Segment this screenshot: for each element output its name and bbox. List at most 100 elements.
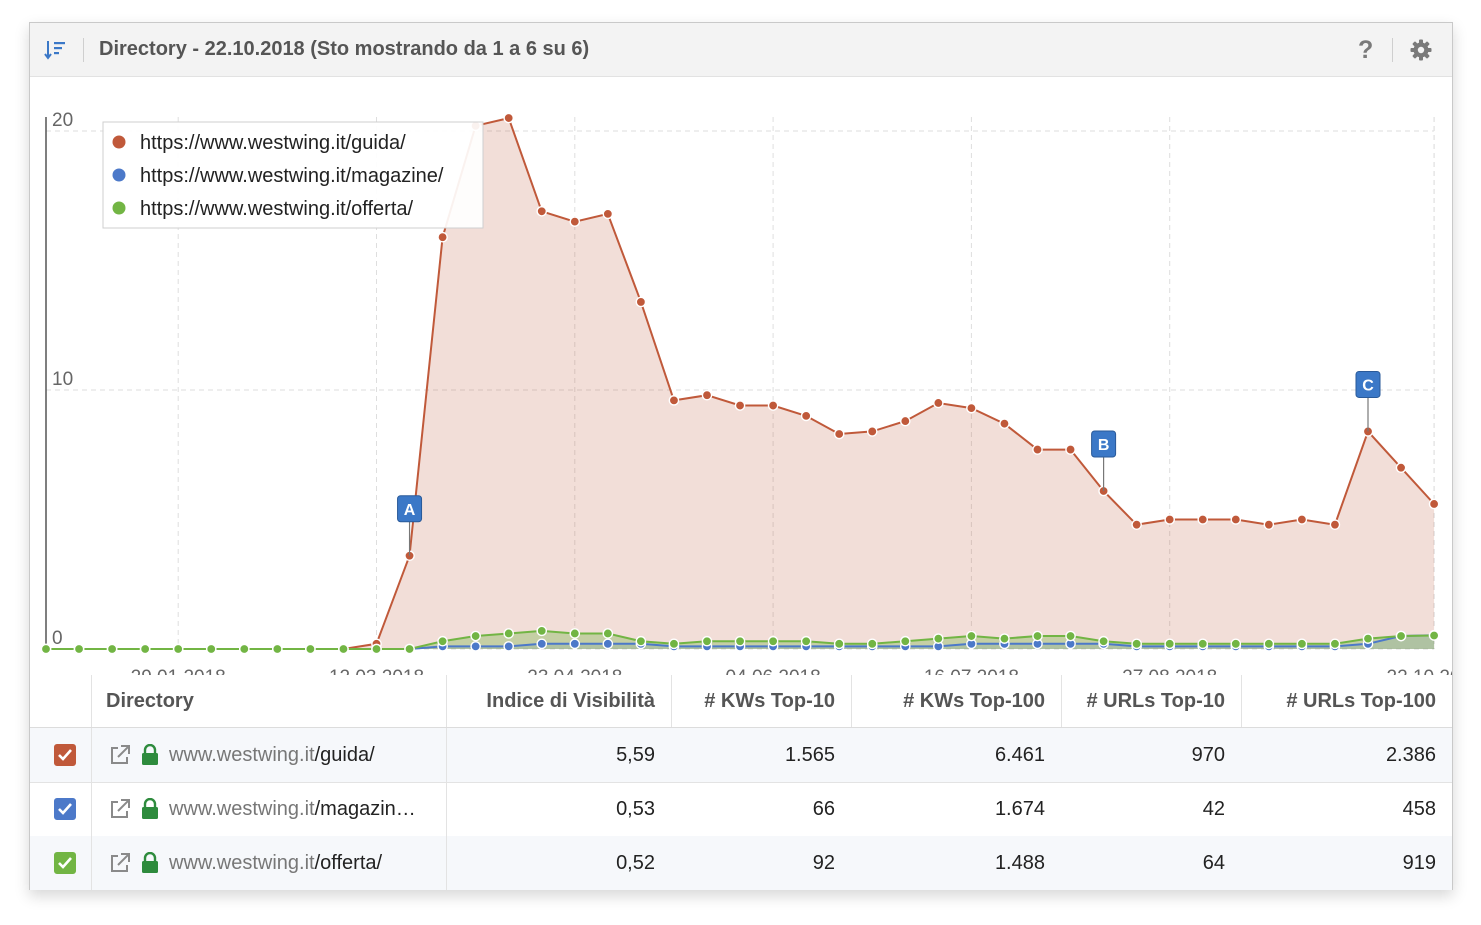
legend-label: https://www.westwing.it/magazine/ — [140, 165, 444, 187]
help-icon[interactable]: ? — [1358, 36, 1373, 64]
visibility-cell: 0,52 — [616, 851, 655, 874]
external-link-icon[interactable] — [109, 852, 131, 874]
data-point — [1131, 519, 1142, 530]
data-point — [40, 643, 52, 655]
data-point — [1329, 638, 1341, 650]
data-point — [635, 296, 647, 308]
checkbox-checked-icon[interactable] — [54, 744, 76, 766]
kws-top10-cell: 92 — [812, 851, 835, 874]
page-title: Directory - 22.10.2018 (Sto mostrando da… — [99, 38, 590, 60]
kws-top10-cell: 1.565 — [784, 743, 835, 766]
data-point — [238, 643, 250, 655]
data-point — [701, 389, 713, 401]
data-point — [1065, 630, 1076, 642]
data-point — [602, 638, 614, 650]
data-point — [205, 643, 217, 655]
urls-top10-cell: 42 — [1202, 797, 1225, 820]
visibility-cell: 5,59 — [616, 743, 655, 766]
x-tick-label: 27.08.2018 — [1122, 667, 1217, 675]
data-point — [1032, 444, 1043, 455]
column-header-kws-top100[interactable]: # KWs Top-100 — [851, 675, 1061, 727]
data-point — [1395, 462, 1407, 474]
column-header-kws-top10[interactable]: # KWs Top-10 — [671, 675, 851, 727]
column-header-visibility[interactable]: Indice di Visibilità — [446, 675, 671, 727]
data-point — [734, 635, 746, 647]
directory-domain[interactable]: www.westwing.it — [169, 852, 315, 875]
external-link-icon[interactable] — [109, 744, 131, 766]
data-point — [1362, 633, 1374, 644]
data-point — [999, 633, 1010, 644]
legend-marker — [112, 201, 126, 215]
column-header-urls-top100[interactable]: # URLs Top-100 — [1241, 675, 1452, 727]
data-point — [1263, 638, 1275, 650]
data-point — [866, 426, 878, 437]
data-point — [833, 428, 845, 440]
gear-icon[interactable] — [1409, 38, 1433, 62]
x-tick-label: 16.07.2018 — [924, 667, 1019, 675]
sort-icon[interactable] — [44, 39, 66, 61]
visibility-chart: 29.01.2018 12.03.2018 23.04.2018 04.06.2018… — [40, 110, 1452, 675]
directory-cell: www.westwing.it/guida/ — [91, 728, 446, 782]
data-point — [172, 643, 184, 655]
table-row: www.westwing.it/guida/ 5,59 1.565 6.461 … — [30, 728, 1452, 783]
data-point — [470, 630, 481, 642]
data-point — [437, 635, 448, 647]
data-point — [1230, 638, 1242, 650]
kws-top100-cell: 1.488 — [994, 851, 1045, 874]
x-tick-label: 22.10.2018 — [1387, 667, 1452, 675]
data-point — [966, 630, 977, 642]
data-point — [503, 112, 515, 124]
data-point — [1296, 638, 1308, 650]
table-row: www.westwing.it/magazin… 0,53 66 1.674 4… — [30, 782, 1452, 837]
y-tick-label: 0 — [52, 628, 63, 649]
checkbox-checked-icon[interactable] — [54, 798, 76, 820]
data-point — [900, 415, 911, 427]
legend-marker — [112, 168, 126, 182]
x-tick-label: 23.04.2018 — [527, 667, 622, 675]
column-header-urls-top10[interactable]: # URLs Top-10 — [1061, 675, 1241, 727]
data-point — [701, 635, 713, 647]
series-checkbox[interactable] — [54, 836, 84, 890]
data-point — [767, 635, 779, 647]
header-divider — [83, 38, 84, 62]
data-point — [1230, 514, 1242, 525]
series-checkbox[interactable] — [54, 728, 84, 782]
directory-path[interactable]: /magazin… — [315, 798, 416, 821]
data-point — [371, 643, 382, 655]
legend-label: https://www.westwing.it/guida/ — [140, 132, 406, 154]
directory-path[interactable]: /offerta/ — [315, 852, 382, 875]
data-point — [305, 643, 316, 655]
check-icon — [58, 749, 72, 761]
data-point — [569, 638, 581, 650]
check-icon — [58, 857, 72, 869]
data-point — [800, 410, 812, 422]
external-link-icon[interactable] — [109, 798, 131, 820]
data-point — [569, 628, 581, 639]
directory-path[interactable]: /guida/ — [315, 744, 375, 767]
data-point — [139, 643, 151, 655]
directory-domain[interactable]: www.westwing.it — [169, 798, 315, 821]
data-point — [1131, 638, 1142, 650]
data-point — [536, 205, 548, 217]
lock-icon — [142, 744, 158, 765]
data-point — [73, 643, 85, 655]
data-point — [1263, 519, 1275, 530]
directory-domain[interactable]: www.westwing.it — [169, 744, 315, 767]
legend-label: https://www.westwing.it/offerta/ — [140, 198, 414, 220]
data-point — [635, 635, 647, 647]
x-tick-label: 29.01.2018 — [131, 667, 226, 675]
x-tick-label: 04.06.2018 — [726, 667, 821, 675]
directory-table: Directory Indice di Visibilità # KWs Top… — [30, 675, 1452, 890]
check-icon — [58, 803, 72, 815]
data-point — [1098, 635, 1109, 647]
data-point — [1032, 630, 1043, 642]
data-point — [437, 231, 448, 243]
series-checkbox[interactable] — [54, 782, 84, 836]
table-row: www.westwing.it/offerta/ 0,52 92 1.488 6… — [30, 836, 1452, 890]
event-flag-label: C — [1362, 377, 1374, 394]
checkbox-checked-icon[interactable] — [54, 852, 76, 874]
column-header-directory[interactable]: Directory — [91, 675, 446, 727]
header-divider — [1392, 38, 1393, 62]
data-point — [800, 635, 812, 647]
data-point — [933, 397, 944, 409]
